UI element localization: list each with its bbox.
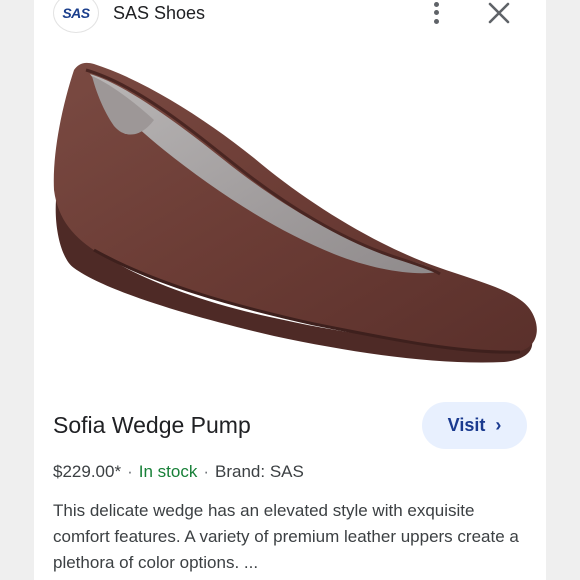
product-image[interactable] bbox=[34, 40, 546, 380]
product-card: SAS SAS Shoes Sofia Wedge Pump Visit › $… bbox=[34, 0, 546, 580]
more-dot bbox=[433, 10, 439, 16]
visit-label: Visit bbox=[447, 415, 486, 435]
page-margin-left bbox=[0, 0, 34, 580]
more-dot bbox=[433, 1, 439, 7]
product-price: $229.00* bbox=[53, 462, 122, 481]
product-title[interactable]: Sofia Wedge Pump bbox=[53, 412, 251, 439]
meta-separator: · bbox=[127, 462, 133, 481]
product-meta: $229.00* · In stock · Brand: SAS bbox=[53, 462, 304, 482]
product-description: This delicate wedge has an elevated styl… bbox=[53, 501, 519, 572]
more-dot bbox=[433, 19, 439, 25]
close-icon[interactable] bbox=[486, 0, 512, 26]
page-margin-right bbox=[546, 0, 580, 580]
stock-status: In stock bbox=[138, 462, 198, 481]
more-options-icon[interactable] bbox=[426, 0, 446, 26]
store-logo[interactable]: SAS bbox=[54, 0, 98, 32]
chevron-right-icon: › bbox=[495, 415, 502, 435]
visit-button[interactable]: Visit › bbox=[422, 402, 527, 449]
store-name[interactable]: SAS Shoes bbox=[113, 3, 205, 24]
product-brand: Brand: SAS bbox=[215, 462, 304, 481]
card-header: SAS SAS Shoes bbox=[34, 0, 546, 40]
meta-separator: · bbox=[203, 462, 210, 481]
